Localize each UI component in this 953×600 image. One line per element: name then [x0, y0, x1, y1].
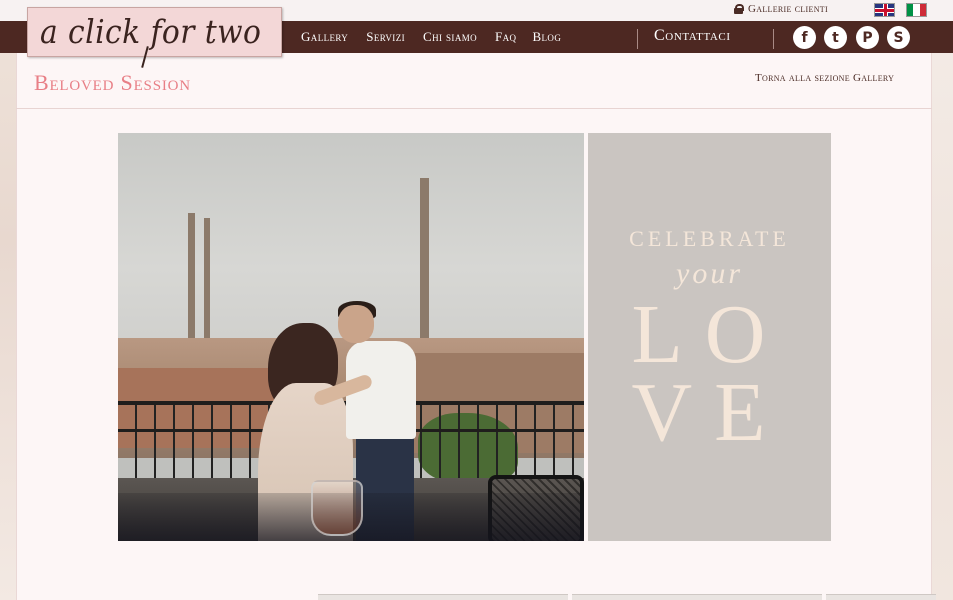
couple-photo: [118, 133, 584, 541]
bottom-tab: [572, 594, 822, 600]
nav-divider: [637, 29, 638, 49]
bottom-tab: [318, 594, 568, 600]
contact-link[interactable]: Contattaci: [654, 27, 731, 45]
twitter-icon[interactable]: t: [824, 26, 847, 49]
page-background-right: [932, 0, 953, 600]
uk-flag-icon[interactable]: [874, 3, 895, 17]
facebook-icon[interactable]: f: [793, 26, 816, 49]
nav-servizi[interactable]: Servizi: [366, 29, 405, 45]
card-line-your: your: [676, 257, 743, 290]
nav-chi-siamo[interactable]: Chi siamo: [423, 29, 477, 45]
nav-blog[interactable]: Blog: [532, 29, 561, 45]
card-line-celebrate: CELEBRATE: [629, 226, 790, 251]
page-background-left: [0, 0, 16, 600]
nav-faq[interactable]: Faq: [495, 29, 516, 45]
card-line-lo: LO: [631, 288, 788, 381]
client-galleries-label: Gallerie clienti: [748, 3, 828, 15]
bottom-tab: [826, 594, 936, 600]
nav-gallery[interactable]: Gallery: [301, 29, 348, 45]
skype-icon[interactable]: S: [887, 26, 910, 49]
celebrate-love-card: CELEBRATE your LO VE: [588, 133, 831, 541]
card-line-ve: VE: [631, 366, 788, 459]
lock-icon: [734, 4, 744, 14]
page-title: Beloved Session: [34, 70, 191, 95]
main-nav: Gallery Servizi Chi siamo Faq Blog: [301, 21, 579, 53]
header-divider: [16, 108, 932, 109]
italy-flag-icon[interactable]: [906, 3, 927, 17]
logo-text: a click for two: [40, 12, 262, 51]
back-to-gallery-link[interactable]: Torna alla sezione Gallery: [755, 72, 894, 84]
site-logo[interactable]: a click for two: [27, 7, 282, 57]
client-galleries-link[interactable]: Gallerie clienti: [734, 3, 828, 15]
pinterest-icon[interactable]: P: [856, 26, 879, 49]
nav-divider: [773, 29, 774, 49]
